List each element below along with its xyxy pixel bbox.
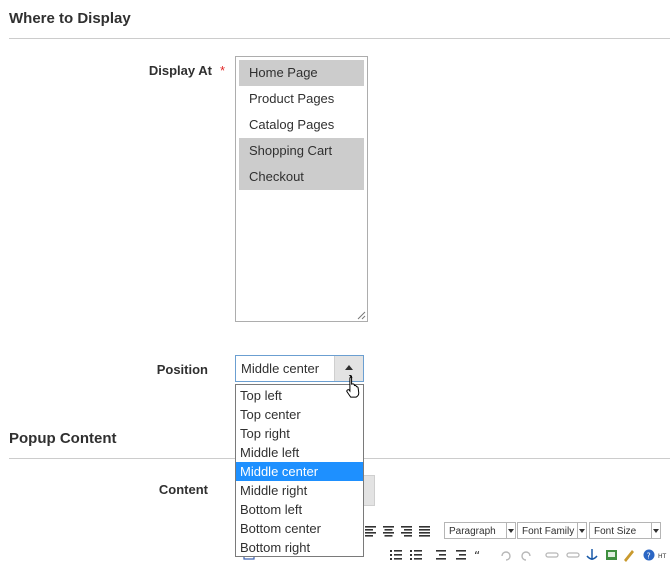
position-option-top-left[interactable]: Top left [236,386,363,405]
position-label: Position [156,362,208,377]
required-asterisk: * [219,63,225,78]
section-title-where-to-display: Where to Display [9,10,131,27]
display-at-label: Display At * [0,63,225,78]
display-at-option-product-pages[interactable]: Product Pages [239,86,364,112]
display-at-label-text: Display At [148,63,212,78]
position-option-middle-right[interactable]: Middle right [236,481,363,500]
format-select-value: Paragraph [449,526,496,537]
position-option-top-right[interactable]: Top right [236,424,363,443]
section-divider [9,38,670,39]
position-option-bottom-left[interactable]: Bottom left [236,500,363,519]
position-dropdown-list[interactable]: Top left Top center Top right Middle lef… [235,384,364,557]
svg-text:“: “ [474,549,480,563]
display-at-option-catalog-pages[interactable]: Catalog Pages [239,112,364,138]
section-title-popup-content: Popup Content [9,430,117,447]
font-family-select-value: Font Family [522,526,575,537]
chevron-up-icon [345,365,353,370]
svg-text:?: ? [647,552,651,561]
font-family-select[interactable]: Font Family [517,522,587,539]
chevron-down-icon [577,523,586,538]
display-at-option-checkout[interactable]: Checkout [239,164,364,190]
svg-text:HT: HT [658,553,667,560]
position-option-bottom-right[interactable]: Bottom right [236,538,363,557]
display-at-option-shopping-cart[interactable]: Shopping Cart [239,138,364,164]
position-option-top-center[interactable]: Top center [236,405,363,424]
position-select-value: Middle center [241,361,320,376]
format-select[interactable]: Paragraph [444,522,516,539]
position-option-middle-center[interactable]: Middle center [236,462,363,481]
position-option-bottom-center[interactable]: Bottom center [236,519,363,538]
hand-pointer-icon [346,374,360,398]
show-hide-editor-button[interactable] [364,475,375,506]
display-at-multiselect[interactable]: Home Page Product Pages Catalog Pages Sh… [235,56,368,322]
font-size-select[interactable]: Font Size [589,522,661,539]
alignment-icons[interactable] [364,524,436,538]
display-at-option-home-page[interactable]: Home Page [239,60,364,86]
chevron-down-icon [506,523,515,538]
chevron-down-icon [651,523,660,538]
position-option-middle-left[interactable]: Middle left [236,443,363,462]
font-size-select-value: Font Size [594,526,637,537]
content-label: Content [158,482,208,497]
resize-grip-icon[interactable] [357,311,366,320]
